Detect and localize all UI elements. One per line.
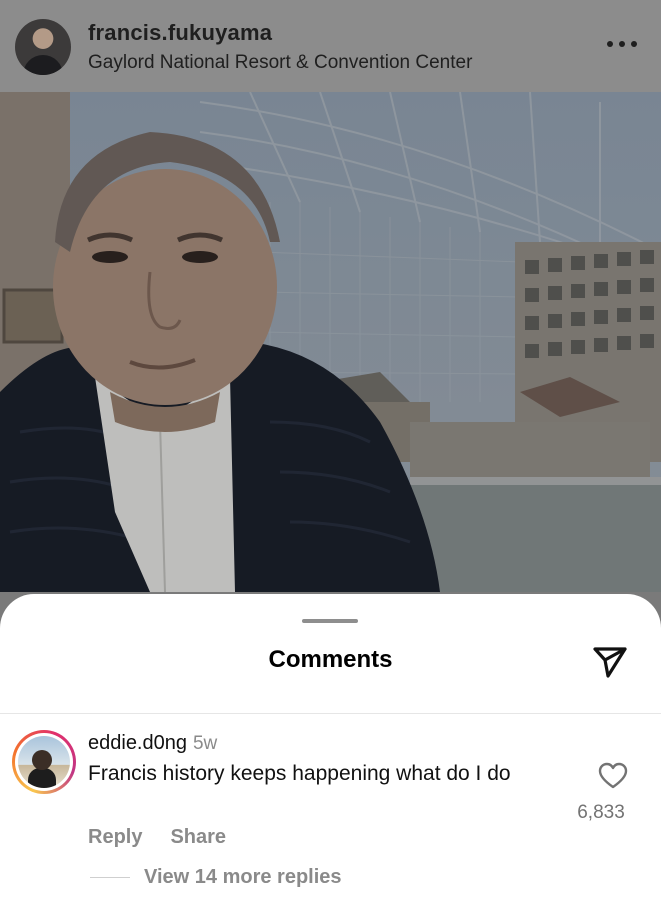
post-photo[interactable] [0, 92, 661, 592]
comment-text: Francis history keeps happening what do … [88, 762, 511, 785]
heart-icon[interactable] [598, 762, 628, 790]
sheet-divider [0, 713, 661, 714]
post-photo-illustration [0, 92, 661, 592]
reply-button[interactable]: Reply [88, 826, 142, 848]
post-username[interactable]: francis.fukuyama [88, 20, 272, 46]
sheet-drag-handle[interactable] [302, 619, 358, 623]
send-icon[interactable] [590, 640, 630, 680]
like-count: 6,833 [577, 802, 625, 823]
share-button[interactable]: Share [170, 826, 226, 848]
replies-divider-line [90, 877, 130, 878]
post-author-avatar[interactable] [15, 19, 71, 75]
comment-username[interactable]: eddie.d0ng [88, 732, 187, 754]
post-location[interactable]: Gaylord National Resort & Convention Cen… [88, 52, 472, 74]
view-more-replies-button[interactable]: View 14 more replies [144, 866, 342, 889]
more-options-icon[interactable] [607, 36, 637, 52]
comments-sheet: Comments eddie.d0ng 5w Francis history ke… [0, 594, 661, 900]
comment-header: eddie.d0ng 5w [88, 732, 217, 755]
comments-title: Comments [268, 646, 393, 673]
post-header: francis.fukuyama Gaylord National Resort… [0, 0, 661, 92]
comment-actions: Reply Share [88, 826, 226, 849]
app-frame: francis.fukuyama Gaylord National Resort… [0, 0, 661, 900]
comment-author-avatar[interactable] [12, 730, 76, 794]
comment-timestamp: 5w [192, 733, 218, 754]
